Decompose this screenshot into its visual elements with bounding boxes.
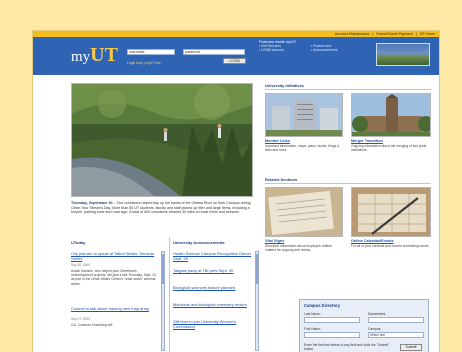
department-input[interactable] bbox=[368, 317, 424, 323]
directory-submit-button[interactable]: Submit bbox=[400, 344, 422, 351]
news-item-link[interactable]: Colonel to talk about training new Iraqi… bbox=[71, 306, 159, 312]
login-button[interactable]: LOGIN bbox=[223, 58, 246, 64]
online-calendar-title[interactable]: Online Calendar/Events bbox=[351, 239, 394, 243]
logo-my: my bbox=[71, 49, 91, 65]
news-item-body: Austin Davison, who helped plan Clevelan… bbox=[71, 269, 157, 286]
separator: | bbox=[372, 32, 374, 36]
parent-guest-payment-link[interactable]: Parent/Guest Payment bbox=[376, 32, 412, 36]
features-left-column: • Self Services • UTMB account bbox=[259, 44, 311, 53]
feature-link[interactable]: • UTMB account bbox=[259, 48, 311, 52]
announcement-link[interactable]: Biological sciences lecture planned bbox=[173, 285, 253, 291]
header-campus-photo bbox=[376, 43, 430, 66]
directory-title: Campus Directory bbox=[304, 303, 341, 308]
account-maintenance-link[interactable]: Account Maintenance bbox=[335, 32, 370, 36]
username-field[interactable]: username bbox=[127, 49, 175, 55]
separator: | bbox=[415, 32, 417, 36]
campus-directory-panel: Campus Directory Last Name: Department: … bbox=[299, 299, 429, 352]
calendar-pen-photo bbox=[352, 188, 430, 236]
announcements-scrollbar[interactable] bbox=[255, 251, 259, 351]
caption-date: Thursday, September 30 bbox=[71, 201, 113, 205]
column-divider bbox=[169, 237, 170, 352]
announcement-link[interactable]: Health Science Campus Recognition Dinner… bbox=[173, 251, 253, 261]
news-item-body: Col. Coleman Kinsolving will bbox=[71, 323, 113, 327]
university-tower-photo bbox=[352, 94, 430, 136]
feature-link[interactable]: • Announcements bbox=[311, 48, 363, 52]
scroll-thumb[interactable] bbox=[256, 254, 258, 284]
announcement-link[interactable]: Medicinal and biological chemistry lectu… bbox=[173, 302, 253, 308]
online-calendar-image[interactable] bbox=[351, 187, 431, 237]
campus-buildings-photo bbox=[266, 94, 342, 136]
news-item-date: Sep 27, 2009 bbox=[71, 317, 90, 321]
vital-signs-desc: Structural information about employee-re… bbox=[265, 244, 332, 252]
utoday-heading: UToday bbox=[71, 240, 86, 245]
last-name-label: Last Name: bbox=[304, 312, 321, 316]
site-header: myUT username password LOGIN Login help … bbox=[33, 37, 439, 75]
announcement-link[interactable]: Still time to join University Women's Co… bbox=[173, 319, 253, 329]
paper-document-photo bbox=[266, 188, 342, 236]
news-item-date: Sep 30, 2009 bbox=[71, 263, 90, 267]
campus-select[interactable]: Select one bbox=[368, 332, 424, 338]
monitor-links-desc: Important information, maps, plans, book… bbox=[265, 144, 340, 152]
merger-transition-desc: Ongoing information about the merging of… bbox=[351, 144, 427, 152]
news-item-link[interactable]: City planner to speak at Talbot Works: S… bbox=[71, 251, 159, 261]
merger-transition-image[interactable] bbox=[351, 93, 431, 137]
announcements-heading: University Announcements bbox=[173, 240, 225, 245]
ut-home-link[interactable]: UT Home bbox=[420, 32, 435, 36]
hero-caption: Thursday, September 30 – Two volunteers … bbox=[71, 201, 253, 215]
river-cleanup-photo bbox=[72, 84, 252, 196]
vital-signs-title[interactable]: Vital Signs bbox=[265, 239, 284, 243]
vital-signs-image[interactable] bbox=[265, 187, 343, 237]
web-page: Account Maintenance | Parent/Guest Payme… bbox=[33, 31, 439, 352]
logo-ut: UT bbox=[90, 44, 118, 66]
first-name-label: First Name: bbox=[304, 327, 322, 331]
password-field[interactable]: password bbox=[183, 49, 245, 55]
utoday-scrollbar[interactable] bbox=[161, 251, 165, 351]
login-help-links[interactable]: Login help | myUT tips bbox=[127, 61, 161, 65]
announcement-link[interactable]: Tailgate party at TBI pres Sept. 30 bbox=[173, 268, 253, 274]
initiatives-heading: University Initiatives bbox=[265, 83, 431, 90]
scroll-thumb[interactable] bbox=[162, 254, 164, 284]
hero-photo[interactable] bbox=[71, 83, 253, 197]
monitor-links-title[interactable]: Monitor Links bbox=[265, 139, 290, 143]
online-calendar-desc: For all of your contests and current sch… bbox=[351, 244, 430, 248]
myut-logo[interactable]: myUT bbox=[71, 45, 118, 65]
merger-transition-title[interactable]: Merger Transition bbox=[351, 139, 383, 143]
monitor-links-image[interactable] bbox=[265, 93, 343, 137]
directory-hint: Enter the first few letters of any field… bbox=[304, 343, 390, 351]
campus-label: Campus: bbox=[368, 327, 382, 331]
features-panel: Features inside myUT • Self Services • U… bbox=[259, 40, 369, 62]
last-name-input[interactable] bbox=[304, 317, 360, 323]
department-label: Department: bbox=[368, 312, 387, 316]
features-right-column: • Rocket card • Announcements bbox=[311, 44, 363, 53]
first-name-input[interactable] bbox=[304, 332, 360, 338]
related-sections-heading: Related Sections bbox=[265, 177, 431, 184]
